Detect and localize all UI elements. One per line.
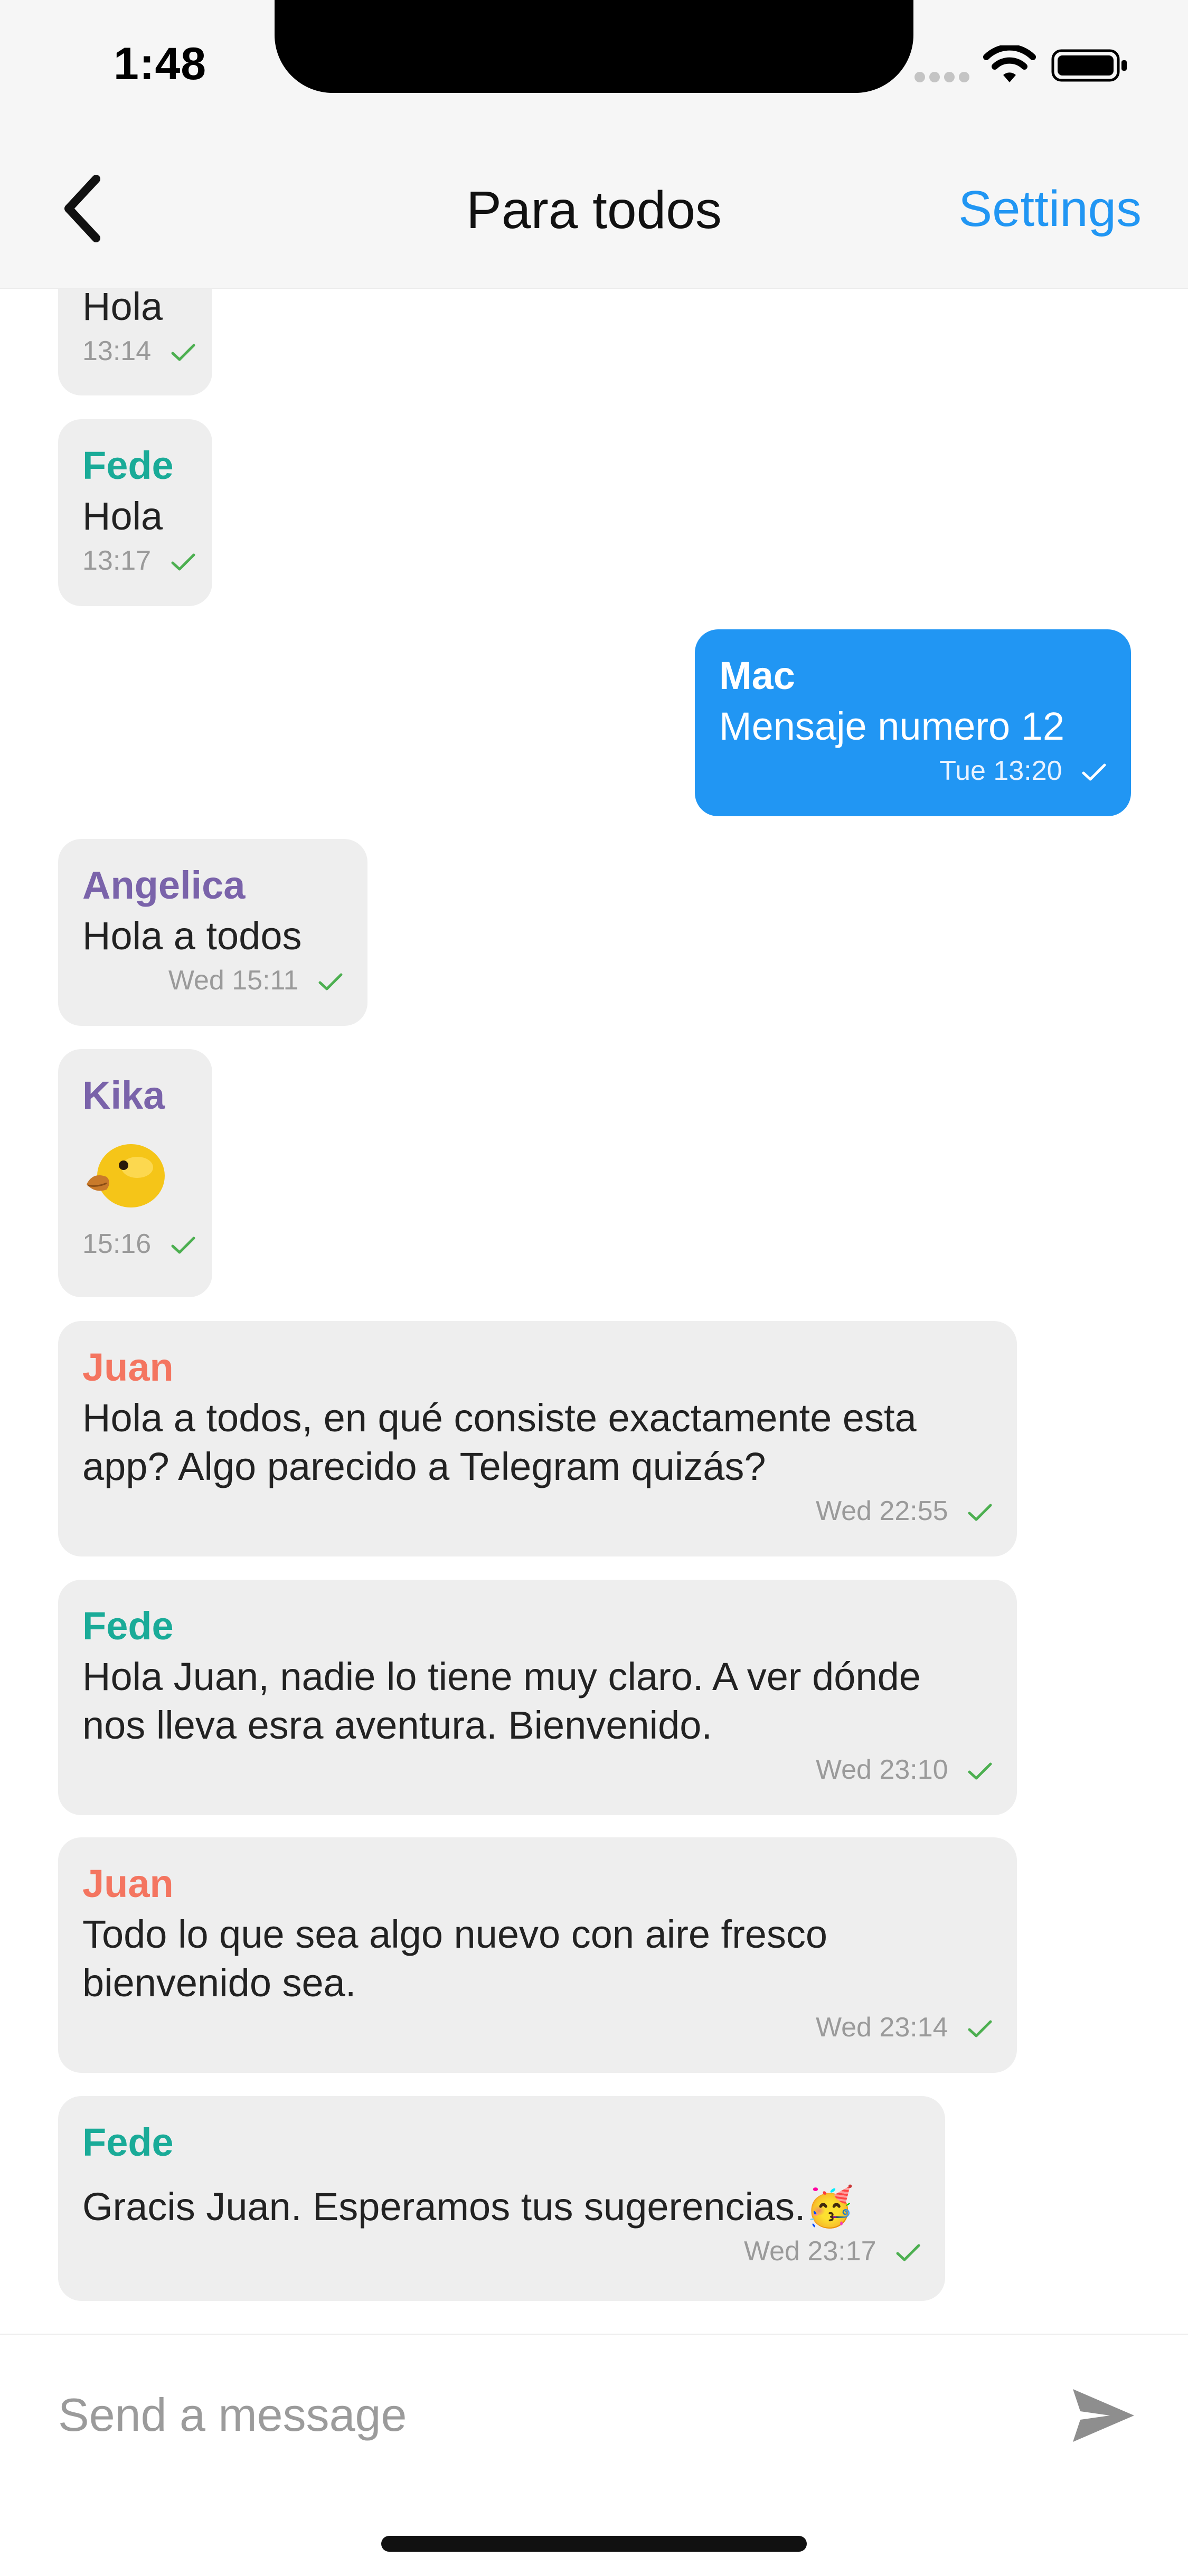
message-bubble-own: Mac Mensaje numero 12 Tue 13:20 [695, 629, 1131, 816]
message-time: Wed 23:14 [815, 2012, 948, 2043]
message-text: Hola [82, 289, 163, 328]
duck-emoji-icon [87, 1144, 165, 1207]
message-text: Todo lo que sea algo nuevo con aire fres… [82, 1912, 828, 2005]
message-meta: 15:16 [82, 1228, 195, 1260]
message-sender: Fede [82, 2120, 174, 2164]
message-list[interactable]: Hola 13:14 Fede Hola 13:17 Mac Mensaje n… [0, 289, 1188, 2334]
send-icon[interactable] [1069, 2384, 1137, 2447]
message-time: Wed 23:10 [815, 1754, 948, 1785]
check-icon [968, 2020, 992, 2037]
message-text: Hola Juan, nadie lo tiene muy claro. A v… [82, 1655, 921, 1747]
battery-icon [1051, 49, 1127, 82]
check-icon [968, 1504, 992, 1521]
message-text: Hola a todos, en qué consiste exactament… [82, 1396, 917, 1488]
message-time: 13:17 [82, 545, 152, 576]
message-sender: Kika [82, 1073, 165, 1117]
message-bubble: Fede Hola 13:17 [58, 419, 212, 606]
message-meta: Wed 23:14 [82, 2012, 993, 2043]
cellular-signal-icon [914, 68, 973, 83]
message-time: Wed 22:55 [815, 1496, 948, 1526]
settings-button[interactable]: Settings [958, 180, 1142, 238]
message-time: Wed 23:17 [743, 2236, 876, 2267]
message-bubble: Angelica Hola a todos Wed 15:11 [58, 839, 367, 1026]
check-icon [171, 344, 195, 361]
message-text: Mensaje numero 12 [719, 704, 1065, 748]
message-sender: Mac [719, 654, 795, 697]
message-time: 15:16 [82, 1229, 152, 1259]
message-sender: Juan [82, 1862, 174, 1905]
message-sender: Juan [82, 1345, 174, 1389]
check-icon [896, 2244, 920, 2261]
message-meta: 13:14 [82, 335, 195, 367]
wifi-icon [983, 45, 1036, 82]
check-icon [968, 1762, 992, 1780]
message-text: Gracis Juan. Esperamos tus sugerencias.🥳 [82, 2185, 854, 2229]
navigation-bar: Para todos Settings [0, 129, 1188, 289]
message-composer [0, 2334, 1188, 2576]
message-bubble: Juan Hola a todos, en qué consiste exact… [58, 1321, 1017, 1556]
message-meta: Tue 13:20 [719, 755, 1107, 787]
check-icon [318, 973, 343, 990]
message-sender: Fede [82, 444, 174, 487]
message-input[interactable] [57, 2372, 1010, 2458]
check-icon [1082, 763, 1106, 781]
message-bubble: Hola 13:14 [58, 289, 212, 395]
message-bubble: Fede Gracis Juan. Esperamos tus sugerenc… [58, 2096, 945, 2301]
message-sender: Fede [82, 1604, 174, 1648]
status-bar: 1:48 [0, 0, 1188, 129]
message-bubble: Kika 15:16 [58, 1049, 212, 1297]
check-icon [171, 553, 195, 571]
message-meta: Wed 23:17 [82, 2235, 921, 2267]
message-time: Wed 15:11 [168, 965, 299, 996]
status-time: 1:48 [114, 39, 207, 89]
message-meta: 13:17 [82, 545, 195, 577]
message-time: 13:14 [82, 336, 152, 366]
home-indicator[interactable] [381, 2536, 807, 2552]
message-text: Hola a todos [82, 914, 302, 958]
message-meta: Wed 23:10 [82, 1754, 993, 1786]
message-text: Hola [82, 494, 163, 538]
message-meta: Wed 22:55 [82, 1495, 993, 1527]
device-notch [275, 0, 913, 93]
message-meta: Wed 15:11 [82, 965, 343, 996]
message-time: Tue 13:20 [939, 756, 1062, 786]
message-bubble: Juan Todo lo que sea algo nuevo con aire… [58, 1837, 1017, 2073]
message-bubble: Fede Hola Juan, nadie lo tiene muy claro… [58, 1580, 1017, 1815]
message-sender: Angelica [82, 863, 246, 907]
check-icon [171, 1237, 195, 1254]
